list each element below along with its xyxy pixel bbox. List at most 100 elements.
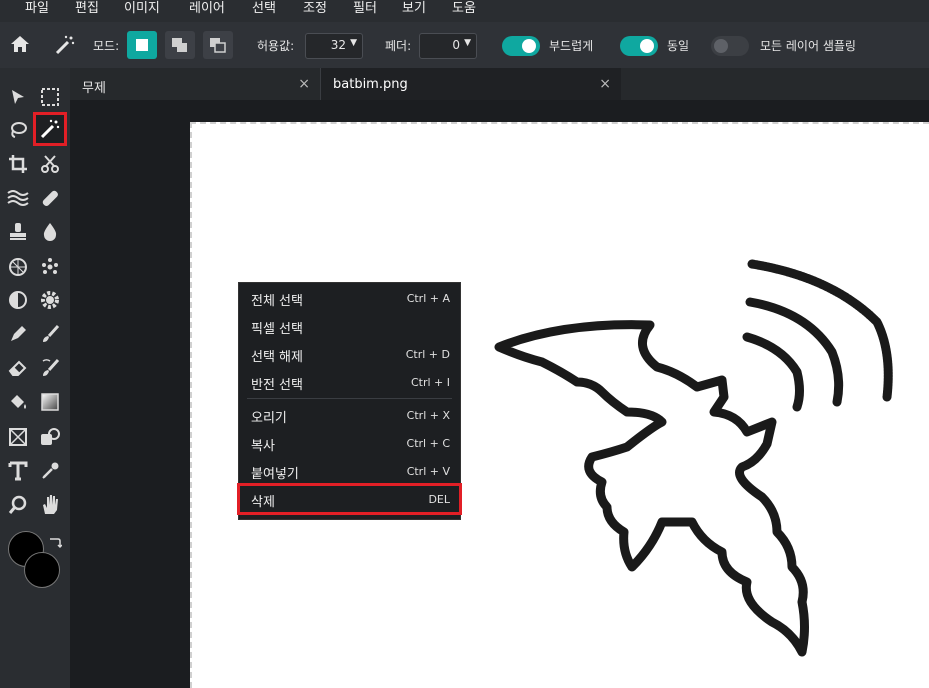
mode-add-button[interactable] <box>165 31 195 59</box>
menu-file[interactable]: 파일 <box>25 0 49 22</box>
menu-select[interactable]: 선택 <box>252 0 276 22</box>
drop-icon <box>43 223 57 241</box>
gradient-tool-button[interactable] <box>36 388 64 416</box>
home-icon[interactable] <box>10 35 30 56</box>
menu-item-delete[interactable]: 삭제 DEL <box>237 483 462 515</box>
tolerance-label: 허용값: <box>257 39 295 53</box>
spot-tool-button[interactable] <box>36 253 64 281</box>
magic-wand-icon <box>54 34 76 59</box>
bandage-icon <box>42 190 58 206</box>
menu-item-shortcut: Ctrl + V <box>406 465 450 478</box>
magic-wand-tool-button[interactable] <box>33 112 67 146</box>
move-tool-button[interactable] <box>4 83 32 111</box>
dodge-tool-button[interactable] <box>4 286 32 314</box>
smooth-toggle[interactable] <box>502 36 540 56</box>
frame-tool-button[interactable] <box>4 423 32 451</box>
menu-item-label: 선택 해제 <box>251 350 303 365</box>
menu-adjust[interactable]: 조정 <box>303 0 327 22</box>
zoom-tool-button[interactable] <box>4 491 32 519</box>
background-color-swatch[interactable] <box>24 552 60 588</box>
menu-item-invert-selection[interactable]: 반전 선택 Ctrl + I <box>239 368 460 396</box>
pen-icon <box>11 326 26 341</box>
tab-batbim[interactable]: batbim.png × <box>320 68 621 100</box>
chevron-down-icon: ▼ <box>350 38 357 48</box>
crop-tool-button[interactable] <box>4 150 32 178</box>
tab-untitled[interactable]: 무제 × <box>70 68 320 100</box>
feather-select[interactable]: 0 ▼ <box>419 33 477 59</box>
menu-filter[interactable]: 필터 <box>353 0 377 22</box>
close-icon[interactable]: × <box>298 76 310 92</box>
menu-item-shortcut: DEL <box>428 493 450 506</box>
union-icon <box>172 38 187 52</box>
square-icon <box>136 39 148 51</box>
marquee-tool-button[interactable] <box>36 83 64 111</box>
menu-item-paste[interactable]: 붙여넣기 Ctrl + V <box>239 457 460 485</box>
clone-stamp-tool-button[interactable] <box>4 218 32 246</box>
tab-label: 무제 <box>82 81 106 96</box>
menu-item-select-pixels[interactable]: 픽셀 선택 <box>239 312 460 340</box>
menu-item-shortcut: Ctrl + A <box>406 292 450 305</box>
menu-help[interactable]: 도움 <box>452 0 476 22</box>
menu-bar: 파일 편집 이미지 레이어 선택 조정 필터 보기 도움 <box>0 0 929 22</box>
sponge-tool-button[interactable] <box>36 286 64 314</box>
menu-item-deselect[interactable]: 선택 해제 Ctrl + D <box>239 340 460 368</box>
hand-tool-button[interactable] <box>36 491 64 519</box>
brush-replace-icon <box>42 358 60 376</box>
pattern-tool-button[interactable] <box>4 253 32 281</box>
menu-item-label: 전체 선택 <box>251 294 303 309</box>
magic-wand-icon <box>40 119 60 139</box>
menu-view[interactable]: 보기 <box>402 0 426 22</box>
brush-tool-button[interactable] <box>36 320 64 348</box>
options-toolbar: 모드: 허용값: 32 ▼ 페더: 0 ▼ 부드럽게 동일 모든 레이어 샘플링 <box>0 22 929 69</box>
menu-edit[interactable]: 편집 <box>75 0 99 22</box>
stamp-icon <box>10 223 26 240</box>
liquify-tool-button[interactable] <box>4 184 32 212</box>
contiguous-toggle[interactable] <box>620 36 658 56</box>
blur-tool-button[interactable] <box>36 218 64 246</box>
text-icon <box>8 461 28 481</box>
menu-item-label: 복사 <box>251 439 275 454</box>
eyedropper-tool-button[interactable] <box>36 457 64 485</box>
menu-layer[interactable]: 레이어 <box>189 0 225 22</box>
tools-panel <box>0 68 70 688</box>
replace-color-tool-button[interactable] <box>36 354 64 382</box>
menu-image[interactable]: 이미지 <box>124 0 160 22</box>
menu-item-label: 픽셀 선택 <box>251 322 303 337</box>
close-icon[interactable]: × <box>599 76 611 92</box>
pen-tool-button[interactable] <box>4 320 32 348</box>
bucket-icon <box>11 395 26 409</box>
feather-label: 페더: <box>385 39 412 53</box>
swap-colors-icon[interactable] <box>48 534 63 553</box>
menu-item-label: 오리기 <box>251 411 287 426</box>
crop-icon <box>9 155 27 173</box>
menu-item-shortcut: Ctrl + X <box>406 409 450 422</box>
lasso-tool-button[interactable] <box>4 116 32 144</box>
sample-all-layers-toggle[interactable] <box>711 36 749 56</box>
eraser-tool-button[interactable] <box>4 354 32 382</box>
tab-label: batbim.png <box>333 77 408 92</box>
frame-icon <box>9 428 27 446</box>
menu-item-cut[interactable]: 오리기 Ctrl + X <box>239 401 460 429</box>
mode-subtract-button[interactable] <box>203 31 233 59</box>
menu-item-select-all[interactable]: 전체 선택 Ctrl + A <box>239 284 460 312</box>
lasso-icon <box>11 122 27 138</box>
document-tabs: 무제 × batbim.png × <box>70 68 929 100</box>
text-tool-button[interactable] <box>4 457 32 485</box>
menu-item-shortcut: Ctrl + C <box>406 437 450 450</box>
tolerance-select[interactable]: 32 ▼ <box>305 33 363 59</box>
magnifier-icon <box>8 495 27 514</box>
smooth-label: 부드럽게 <box>549 39 594 53</box>
marquee-icon <box>41 88 59 106</box>
menu-item-copy[interactable]: 복사 Ctrl + C <box>239 429 460 457</box>
cut-tool-button[interactable] <box>36 150 64 178</box>
heal-tool-button[interactable] <box>36 184 64 212</box>
mode-new-button[interactable] <box>127 31 157 59</box>
eyedropper-icon <box>42 462 59 479</box>
gear-icon <box>41 291 59 309</box>
contiguous-label: 동일 <box>667 39 690 53</box>
menu-item-label: 삭제 <box>251 495 275 510</box>
grid-circle-icon <box>9 258 27 276</box>
shape-tool-button[interactable] <box>36 423 64 451</box>
menu-item-shortcut: Ctrl + I <box>410 376 450 389</box>
paint-bucket-tool-button[interactable] <box>4 388 32 416</box>
